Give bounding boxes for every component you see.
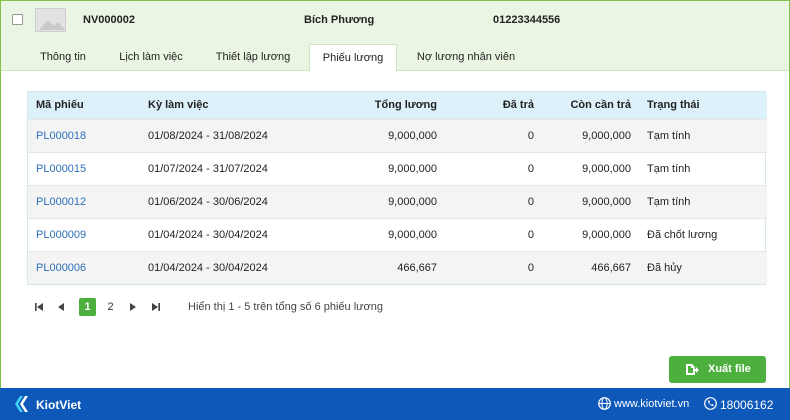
table-row[interactable]: PL000015 01/07/2024 - 31/07/2024 9,000,0… bbox=[28, 151, 767, 185]
remaining-cell: 9,000,000 bbox=[542, 184, 639, 218]
employee-phone: 01223344556 bbox=[493, 14, 561, 26]
total-salary-cell: 9,000,000 bbox=[290, 151, 445, 185]
payslip-code-link[interactable]: PL000009 bbox=[36, 229, 86, 241]
tab-thong-tin[interactable]: Thông tin bbox=[25, 44, 101, 71]
column-header-trang-thai[interactable]: Trạng thái bbox=[639, 92, 767, 119]
employee-select-checkbox[interactable] bbox=[12, 14, 23, 25]
pagination-info: Hiển thị 1 - 5 trên tổng số 6 phiếu lươn… bbox=[188, 301, 383, 313]
table-row[interactable]: PL000018 01/08/2024 - 31/08/2024 9,000,0… bbox=[28, 118, 767, 152]
remaining-cell: 466,667 bbox=[542, 250, 639, 284]
period-cell: 01/06/2024 - 30/06/2024 bbox=[140, 184, 290, 218]
total-salary-cell: 9,000,000 bbox=[290, 184, 445, 218]
website-text: www.kiotviet.vn bbox=[614, 398, 690, 410]
column-header-da-tra[interactable]: Đã trả bbox=[445, 92, 542, 119]
total-salary-cell: 9,000,000 bbox=[290, 118, 445, 152]
export-file-button[interactable]: Xuất file bbox=[669, 356, 766, 383]
previous-page-icon[interactable] bbox=[54, 298, 68, 316]
paid-cell: 0 bbox=[445, 118, 542, 152]
period-cell: 01/07/2024 - 31/07/2024 bbox=[140, 151, 290, 185]
employee-name: Bích Phương bbox=[304, 14, 375, 26]
employee-code: NV000002 bbox=[83, 14, 135, 26]
footer-bar: KiotViet www.kiotviet.vn 18006162 bbox=[0, 388, 790, 420]
column-header-tong-luong[interactable]: Tổng lương bbox=[290, 92, 445, 119]
status-cell: Tạm tính bbox=[639, 151, 767, 185]
column-header-ma-phieu[interactable]: Mã phiếu bbox=[28, 92, 140, 119]
period-cell: 01/08/2024 - 31/08/2024 bbox=[140, 118, 290, 152]
status-cell: Đã chốt lương bbox=[639, 217, 767, 251]
tab-no-luong-nhan-vien[interactable]: Nợ lương nhân viên bbox=[403, 44, 529, 71]
column-header-ky-lam-viec[interactable]: Kỳ làm việc bbox=[140, 92, 290, 119]
paid-cell: 0 bbox=[445, 151, 542, 185]
hotline-number: 18006162 bbox=[720, 398, 774, 412]
page-button-2[interactable]: 2 bbox=[102, 298, 119, 316]
employee-row-header: NV000002 Bích Phương 01223344556 Thông t… bbox=[1, 1, 789, 72]
total-salary-cell: 466,667 bbox=[290, 250, 445, 284]
payslip-code-link[interactable]: PL000012 bbox=[36, 196, 86, 208]
paid-cell: 0 bbox=[445, 250, 542, 284]
tab-lich-lam-viec[interactable]: Lịch làm việc bbox=[105, 44, 197, 71]
paid-cell: 0 bbox=[445, 217, 542, 251]
period-cell: 01/04/2024 - 30/04/2024 bbox=[140, 250, 290, 284]
avatar bbox=[35, 8, 66, 32]
status-cell: Đã hủy bbox=[639, 250, 767, 284]
tab-phieu-luong[interactable]: Phiếu lương bbox=[309, 44, 397, 72]
status-cell: Tạm tính bbox=[639, 184, 767, 218]
tab-thiet-lap-luong[interactable]: Thiết lập lương bbox=[201, 44, 305, 71]
period-cell: 01/04/2024 - 30/04/2024 bbox=[140, 217, 290, 251]
brand-name: KiotViet bbox=[36, 398, 82, 412]
remaining-cell: 9,000,000 bbox=[542, 217, 639, 251]
image-placeholder-icon bbox=[36, 9, 65, 31]
phone-icon bbox=[704, 397, 717, 410]
total-salary-cell: 9,000,000 bbox=[290, 217, 445, 251]
table-row[interactable]: PL000012 01/06/2024 - 30/06/2024 9,000,0… bbox=[28, 184, 767, 218]
remaining-cell: 9,000,000 bbox=[542, 151, 639, 185]
employee-detail-panel: NV000002 Bích Phương 01223344556 Thông t… bbox=[0, 0, 790, 388]
globe-icon bbox=[598, 397, 611, 410]
remaining-cell: 9,000,000 bbox=[542, 118, 639, 152]
paid-cell: 0 bbox=[445, 184, 542, 218]
payslip-table: Mã phiếu Kỳ làm việc Tổng lương Đã trả C… bbox=[27, 91, 767, 285]
payslip-code-link[interactable]: PL000006 bbox=[36, 262, 86, 274]
first-page-icon[interactable] bbox=[32, 298, 46, 316]
export-file-label: Xuất file bbox=[708, 363, 751, 375]
export-file-icon bbox=[686, 364, 699, 375]
table-row[interactable]: PL000009 01/04/2024 - 30/04/2024 9,000,0… bbox=[28, 217, 767, 251]
table-row[interactable]: PL000006 01/04/2024 - 30/04/2024 466,667… bbox=[28, 250, 767, 284]
last-page-icon[interactable] bbox=[149, 298, 163, 316]
kiotviet-logo-icon bbox=[15, 396, 28, 412]
payslip-code-link[interactable]: PL000015 bbox=[36, 163, 86, 175]
page-button-1[interactable]: 1 bbox=[79, 298, 96, 316]
status-cell: Tạm tính bbox=[639, 118, 767, 152]
table-header-row: Mã phiếu Kỳ làm việc Tổng lương Đã trả C… bbox=[28, 92, 767, 119]
next-page-icon[interactable] bbox=[126, 298, 140, 316]
payslip-code-link[interactable]: PL000018 bbox=[36, 130, 86, 142]
column-header-con-can-tra[interactable]: Còn cần trả bbox=[542, 92, 639, 119]
